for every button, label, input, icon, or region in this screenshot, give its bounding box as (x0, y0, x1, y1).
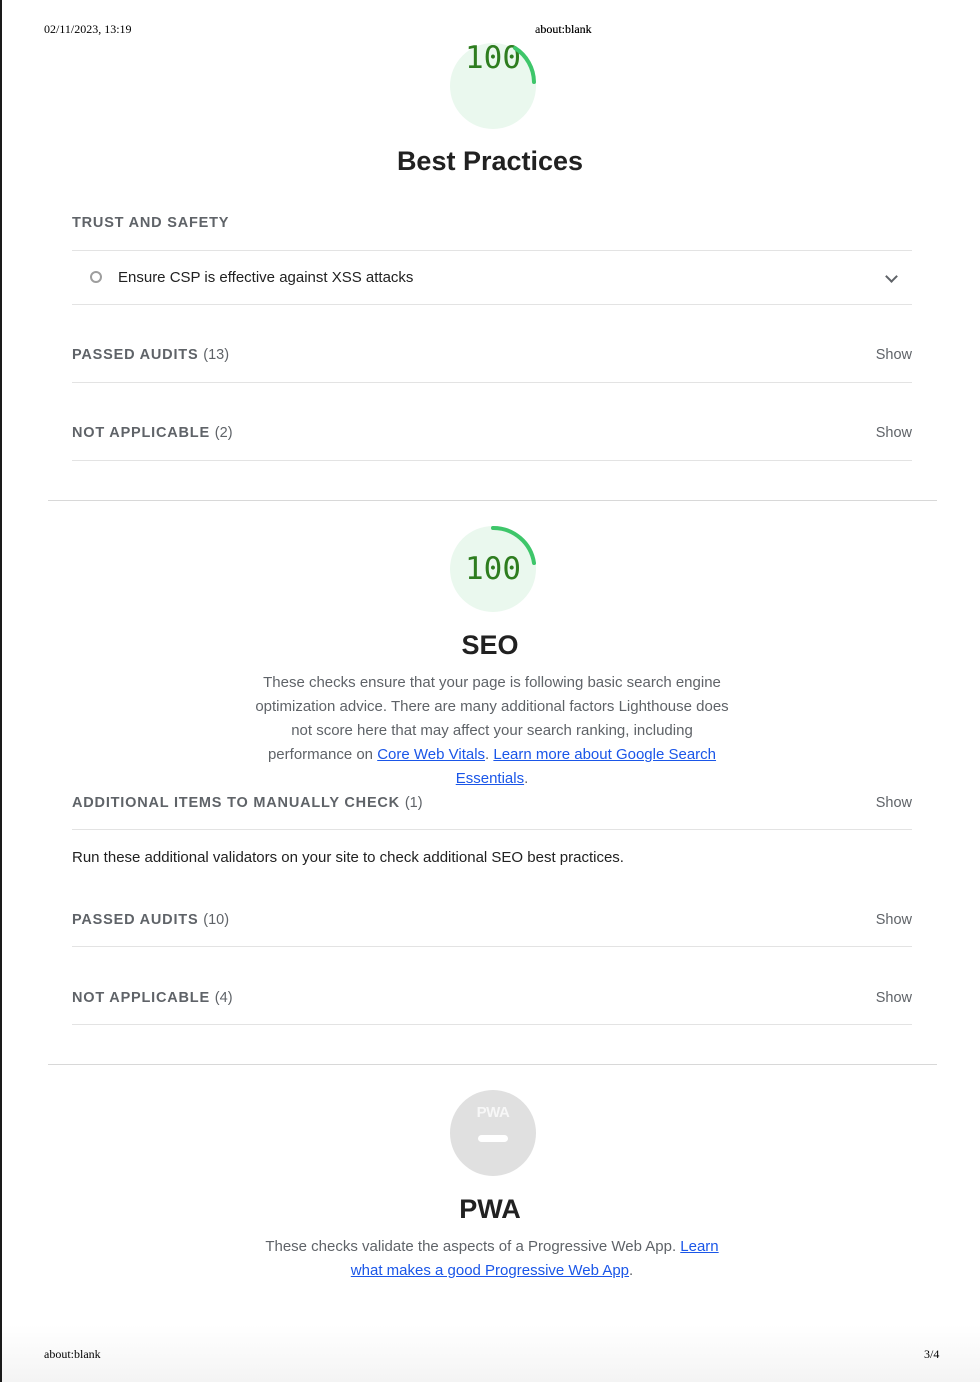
seo-passed-audits-group[interactable]: PASSED AUDITS (10) Show (72, 912, 912, 932)
divider (72, 1024, 912, 1025)
section-divider (48, 1064, 937, 1065)
bp-passed-audits-title: PASSED AUDITS (13) (72, 347, 230, 363)
seo-na-show-button[interactable]: Show (876, 990, 912, 1006)
divider (72, 460, 912, 461)
audit-csp-xss[interactable]: Ensure CSP is effective against XSS atta… (72, 251, 912, 304)
page-left-edge (0, 0, 2, 1382)
seo-manual-check-group[interactable]: ADDITIONAL ITEMS TO MANUALLY CHECK (1) S… (72, 795, 912, 815)
trust-and-safety-title: TRUST AND SAFETY (72, 215, 230, 231)
seo-passed-show-button[interactable]: Show (876, 912, 912, 928)
seo-manual-show-button[interactable]: Show (876, 795, 912, 811)
print-footer-url: about:blank (44, 1347, 101, 1361)
seo-passed-audits-title: PASSED AUDITS (10) (72, 912, 230, 928)
print-header-title-overlay: about:blank (535, 22, 592, 36)
core-web-vitals-link[interactable]: Core Web Vitals (377, 746, 485, 763)
pwa-badge: PWA (450, 1090, 536, 1176)
best-practices-arc-visible (513, 46, 536, 84)
pwa-description: These checks validate the aspects of a P… (265, 1238, 719, 1279)
seo-title: SEO (461, 630, 519, 660)
chevron-down-icon[interactable] (885, 270, 898, 283)
trust-and-safety-group: TRUST AND SAFETY (72, 215, 912, 235)
bp-na-show-button[interactable]: Show (876, 425, 912, 441)
divider (72, 946, 912, 947)
best-practices-title: Best Practices (396, 146, 584, 176)
divider (72, 829, 912, 830)
gauge-clip-mask (449, 0, 537, 40)
section-divider (48, 500, 937, 501)
pwa-dash-icon (478, 1135, 508, 1142)
seo-description: These checks ensure that your page is fo… (255, 674, 729, 787)
seo-not-applicable-title: NOT APPLICABLE (4) (72, 990, 233, 1006)
print-header-datetime: 02/11/2023, 13:19 (44, 22, 132, 36)
audit-status-icon (90, 271, 102, 283)
bp-not-applicable-group[interactable]: NOT APPLICABLE (2) Show (72, 425, 912, 445)
best-practices-gauge-lower (449, 84, 537, 130)
divider (72, 382, 912, 383)
pwa-badge-label: PWA (476, 1104, 510, 1121)
bp-passed-audits-group[interactable]: PASSED AUDITS (13) Show (72, 347, 912, 367)
search-essentials-link[interactable]: Learn more about Google Search Essential… (456, 746, 716, 787)
seo-score-gauge: 100 (449, 525, 537, 613)
seo-score: 100 (465, 551, 521, 587)
audit-label: Ensure CSP is effective against XSS atta… (118, 269, 414, 286)
seo-manual-description: Run these additional validators on your … (72, 849, 624, 866)
bp-not-applicable-title: NOT APPLICABLE (2) (72, 425, 233, 441)
divider (72, 304, 912, 305)
pwa-title: PWA (459, 1194, 521, 1224)
seo-manual-check-title: ADDITIONAL ITEMS TO MANUALLY CHECK (1) (72, 795, 423, 811)
page-bottom-fade (2, 1325, 980, 1382)
bp-passed-show-button[interactable]: Show (876, 347, 912, 363)
print-footer-page-number: 3/4 (924, 1347, 940, 1361)
seo-not-applicable-group[interactable]: NOT APPLICABLE (4) Show (72, 990, 912, 1010)
